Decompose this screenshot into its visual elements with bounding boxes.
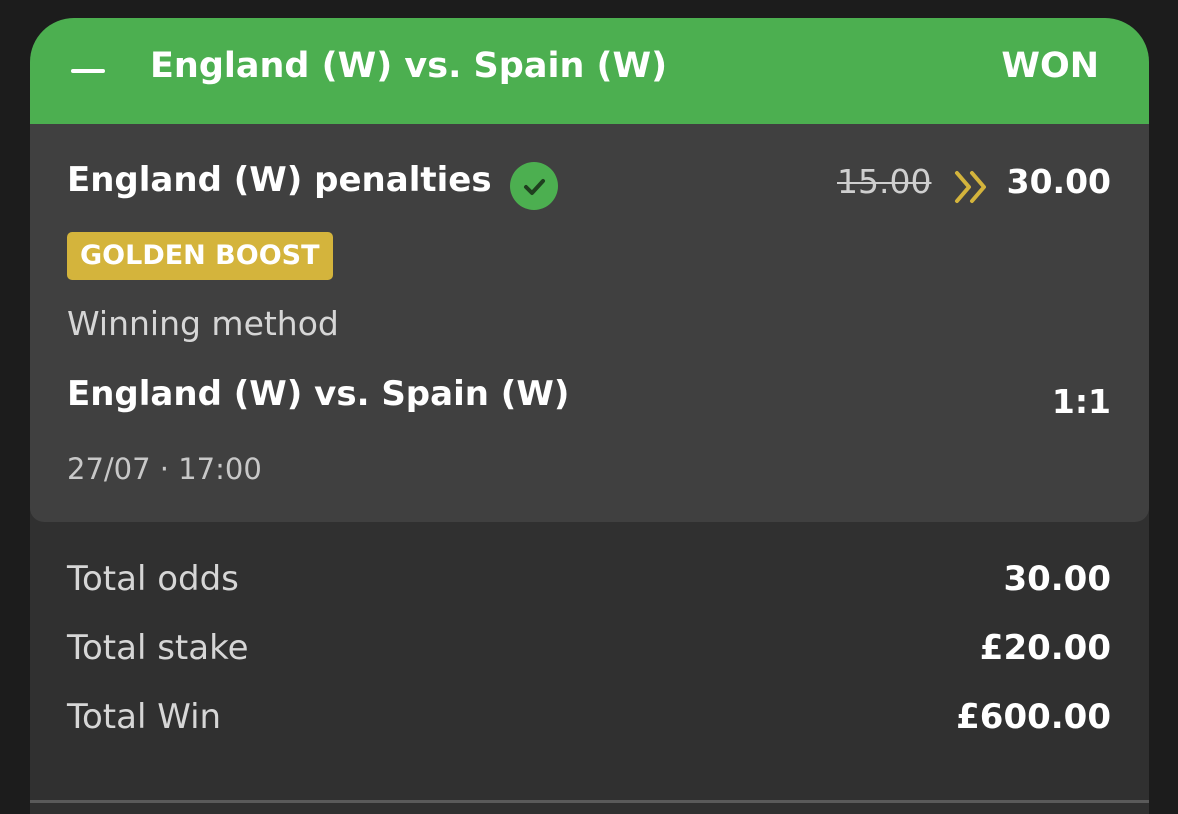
double-chevron-right-icon [954, 170, 990, 204]
original-odds: 15.00 [837, 162, 932, 201]
event-score: 1:1 [1051, 382, 1111, 421]
minus-icon [71, 69, 105, 73]
check-circle-icon [510, 162, 558, 210]
total-win-value: £600.00 [956, 697, 1111, 737]
divider [30, 800, 1149, 803]
total-stake-row: Total stake £20.00 [67, 628, 1111, 672]
bet-card: England (W) vs. Spain (W) WON England (W… [30, 18, 1149, 814]
total-win-label: Total Win [67, 697, 222, 737]
bet-status-label: WON [1001, 46, 1099, 86]
collapse-button[interactable] [64, 53, 105, 89]
bet-header[interactable]: England (W) vs. Spain (W) WON [30, 18, 1149, 124]
total-odds-label: Total odds [67, 559, 239, 599]
winning-method-label: Winning method [67, 304, 339, 343]
market-name: England (W) penalties [67, 160, 492, 200]
event-datetime: 27/07 · 17:00 [67, 452, 262, 486]
total-stake-value: £20.00 [979, 628, 1111, 668]
total-odds-row: Total odds 30.00 [67, 559, 1111, 603]
selection-panel: England (W) penalties 15.00 30.00 GOLDEN… [30, 124, 1149, 522]
event-name: England (W) vs. Spain (W) [67, 374, 570, 414]
bet-title: England (W) vs. Spain (W) [150, 46, 668, 86]
total-stake-label: Total stake [67, 628, 249, 668]
total-win-row: Total Win £600.00 [67, 697, 1111, 741]
total-odds-value: 30.00 [1003, 559, 1111, 599]
boosted-odds: 30.00 [1006, 162, 1111, 201]
golden-boost-badge: GOLDEN BOOST [67, 232, 333, 280]
